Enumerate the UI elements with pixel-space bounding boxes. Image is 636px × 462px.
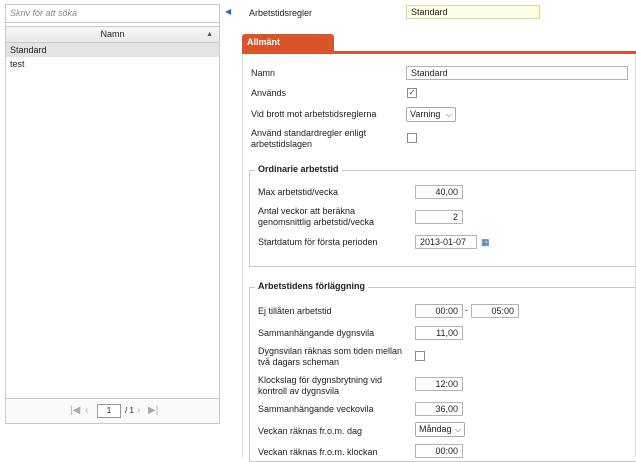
day-break-label: Klockslag för dygnsbrytning vid kontroll… [258,375,383,396]
max-label: Max arbetstid/vecka [258,187,339,197]
search-input[interactable]: Skriv för att söka [6,5,219,23]
rest-between-label: Dygnsvilan räknas som tiden mellan två d… [258,346,403,367]
collapse-panel-icon[interactable]: ◀ [225,7,231,16]
standard-rules-checkbox[interactable] [407,133,417,143]
ordinary-legend: Ordinarie arbetstid [255,164,342,175]
week-from-day-value: Måndag [419,424,452,434]
name-label: Namn [251,68,276,78]
first-page-icon[interactable]: |◀ [70,405,80,417]
weekly-rest-label: Sammanhängande veckovila [258,404,374,414]
rules-list: Standard test [6,43,219,71]
forbidden-to-field[interactable]: 05:00 [471,304,519,318]
placement-legend: Arbetstidens förläggning [255,281,369,292]
used-checkbox[interactable]: ✓ [407,88,417,98]
list-item[interactable]: test [6,57,219,71]
list-panel: Skriv för att söka Namn ▲ Standard test … [5,4,220,424]
sort-ascending-icon[interactable]: ▲ [206,27,213,42]
week-from-time-field[interactable]: 00:00 [415,444,463,458]
max-field[interactable]: 40,00 [415,185,463,199]
pager: |◀ ‹ 1 / 1 › ▶| [6,398,219,423]
violation-label: Vid brott mot arbetstidsreglerna [251,109,377,119]
rules-value-field[interactable]: Standard [406,5,540,19]
calendar-icon[interactable]: ▦ [481,237,491,247]
used-label: Används [251,88,287,98]
next-page-icon[interactable]: › [137,405,140,417]
chevron-down-icon: ⌵ [445,110,452,119]
forbidden-time-label: Ej tillåten arbetstid [258,306,332,316]
rules-label: Arbetstidsregler [249,8,313,18]
column-header-name[interactable]: Namn ▲ [6,26,219,43]
rest-between-checkbox[interactable] [415,351,425,361]
weeks-field[interactable]: 2 [415,210,463,224]
weekly-rest-field[interactable]: 36,00 [415,402,463,416]
weeks-label: Antal veckor att beräkna genomsnittlig a… [258,206,375,227]
daily-rest-field[interactable]: 11,00 [415,326,463,340]
standard-rules-label: Använd standardregler enligt arbetstidsl… [251,128,367,149]
last-page-icon[interactable]: ▶| [148,405,158,417]
week-from-day-select[interactable]: Måndag ⌵ [415,422,465,437]
day-break-field[interactable]: 12:00 [415,377,463,391]
violation-select-value: Varning [410,109,441,119]
page-total: / 1 [125,406,134,415]
page-number-input[interactable]: 1 [97,404,121,418]
violation-select[interactable]: Varning ⌵ [406,107,456,122]
range-separator: - [465,305,468,315]
name-field[interactable]: Standard [406,66,628,80]
list-item[interactable]: Standard [6,43,219,57]
column-header-label: Namn [100,29,125,39]
week-from-time-label: Veckan räknas fr.o.m. klockan [258,447,378,457]
daily-rest-label: Sammanhängande dygnsvila [258,328,375,338]
tab-general[interactable]: Allmänt [242,34,334,51]
chevron-down-icon: ⌵ [454,425,461,434]
start-date-field[interactable]: 2013-01-07 [415,235,477,249]
week-from-day-label: Veckan räknas fr.o.m. dag [258,426,363,436]
prev-page-icon[interactable]: ‹ [85,405,88,417]
start-date-label: Startdatum för första perioden [258,237,378,247]
forbidden-from-field[interactable]: 00:00 [415,304,463,318]
